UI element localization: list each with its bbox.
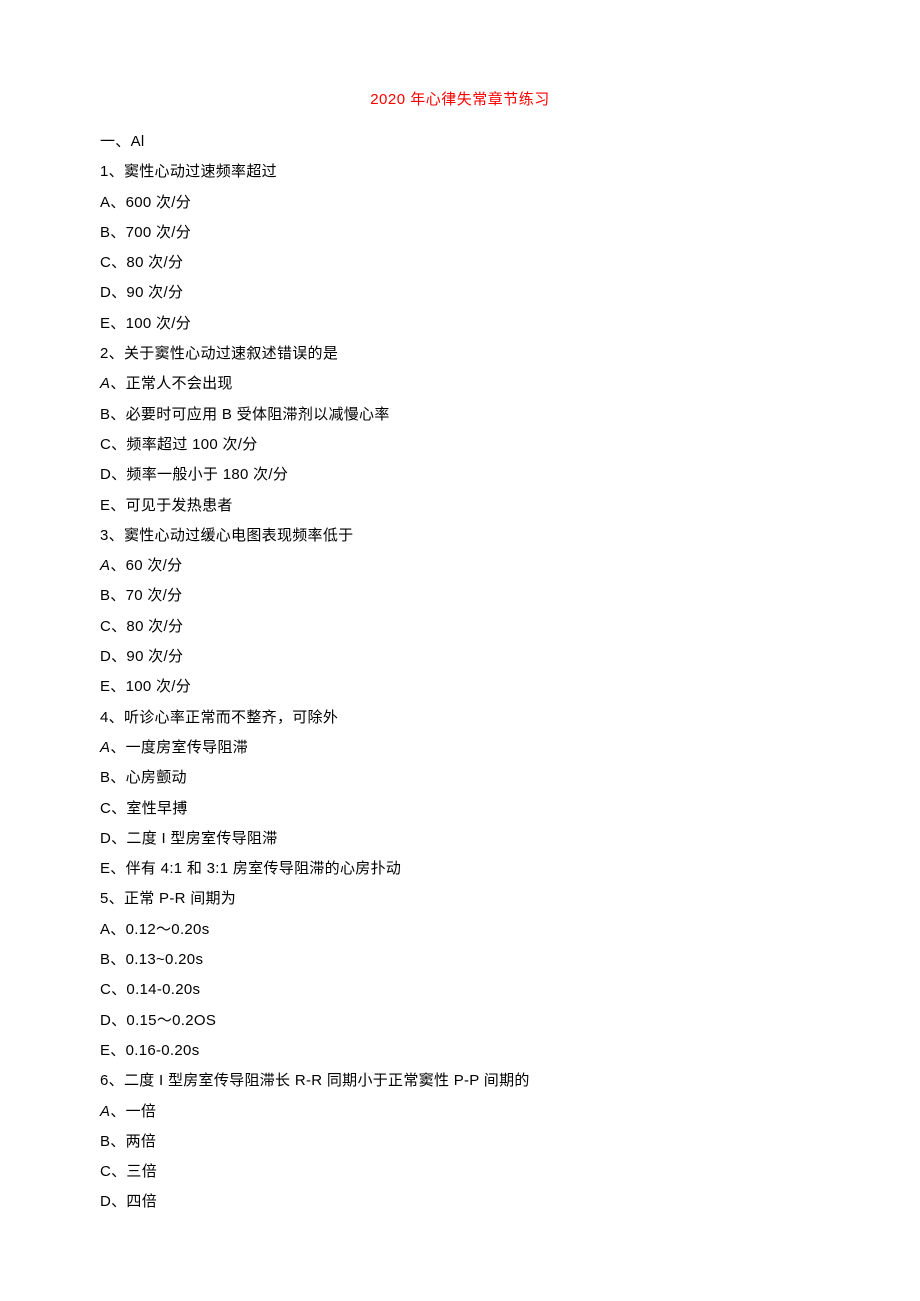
document-body: 一、Al1、窦性心动过速频率超过A、600 次/分B、700 次/分C、80 次…	[100, 127, 820, 1218]
text-line: B、0.13~0.20s	[100, 945, 820, 975]
text-line: B、70 次/分	[100, 581, 820, 611]
line-prefix: A	[100, 1103, 110, 1120]
text-line: D、0.15～0.2OS	[100, 1006, 820, 1036]
line-prefix: A	[100, 739, 110, 756]
text-line: B、心房颤动	[100, 763, 820, 793]
document-page: 2020 年心律失常章节练习 一、Al1、窦性心动过速频率超过A、600 次/分…	[0, 0, 920, 1278]
text-line: 1、窦性心动过速频率超过	[100, 157, 820, 187]
text-line: 2、关于窦性心动过速叙述错误的是	[100, 339, 820, 369]
line-rest: 、一倍	[110, 1103, 156, 1120]
text-line: D、90 次/分	[100, 278, 820, 308]
text-line: E、伴有 4:1 和 3:1 房室传导阻滞的心房扑动	[100, 854, 820, 884]
text-line: A、一倍	[100, 1097, 820, 1127]
text-line: B、必要时可应用 B 受体阻滞剂以减慢心率	[100, 400, 820, 430]
text-line: C、频率超过 100 次/分	[100, 430, 820, 460]
text-line: A、0.12～0.20s	[100, 915, 820, 945]
text-line: A、600 次/分	[100, 188, 820, 218]
text-line: 4、听诊心率正常而不整齐，可除外	[100, 703, 820, 733]
line-rest: 、正常人不会出现	[110, 375, 232, 392]
text-line: C、室性早搏	[100, 794, 820, 824]
text-line: A、60 次/分	[100, 551, 820, 581]
text-line: C、80 次/分	[100, 248, 820, 278]
text-line: D、四倍	[100, 1187, 820, 1217]
text-line: E、100 次/分	[100, 309, 820, 339]
line-rest: 、一度房室传导阻滞	[110, 739, 248, 756]
text-line: C、80 次/分	[100, 612, 820, 642]
text-line: D、90 次/分	[100, 642, 820, 672]
text-line: A、一度房室传导阻滞	[100, 733, 820, 763]
text-line: 6、二度 I 型房室传导阻滞长 R-R 同期小于正常窦性 P-P 间期的	[100, 1066, 820, 1096]
text-line: D、频率一般小于 180 次/分	[100, 460, 820, 490]
text-line: C、三倍	[100, 1157, 820, 1187]
text-line: E、0.16-0.20s	[100, 1036, 820, 1066]
text-line: 5、正常 P-R 间期为	[100, 884, 820, 914]
text-line: C、0.14-0.20s	[100, 975, 820, 1005]
text-line: B、700 次/分	[100, 218, 820, 248]
line-rest: 、60 次/分	[110, 557, 182, 574]
text-line: D、二度 I 型房室传导阻滞	[100, 824, 820, 854]
text-line: E、100 次/分	[100, 672, 820, 702]
text-line: 3、窦性心动过缓心电图表现频率低于	[100, 521, 820, 551]
line-prefix: A	[100, 375, 110, 392]
document-title: 2020 年心律失常章节练习	[100, 88, 820, 109]
text-line: A、正常人不会出现	[100, 369, 820, 399]
text-line: E、可见于发热患者	[100, 491, 820, 521]
text-line: B、两倍	[100, 1127, 820, 1157]
text-line: 一、Al	[100, 127, 820, 157]
line-prefix: A	[100, 557, 110, 574]
